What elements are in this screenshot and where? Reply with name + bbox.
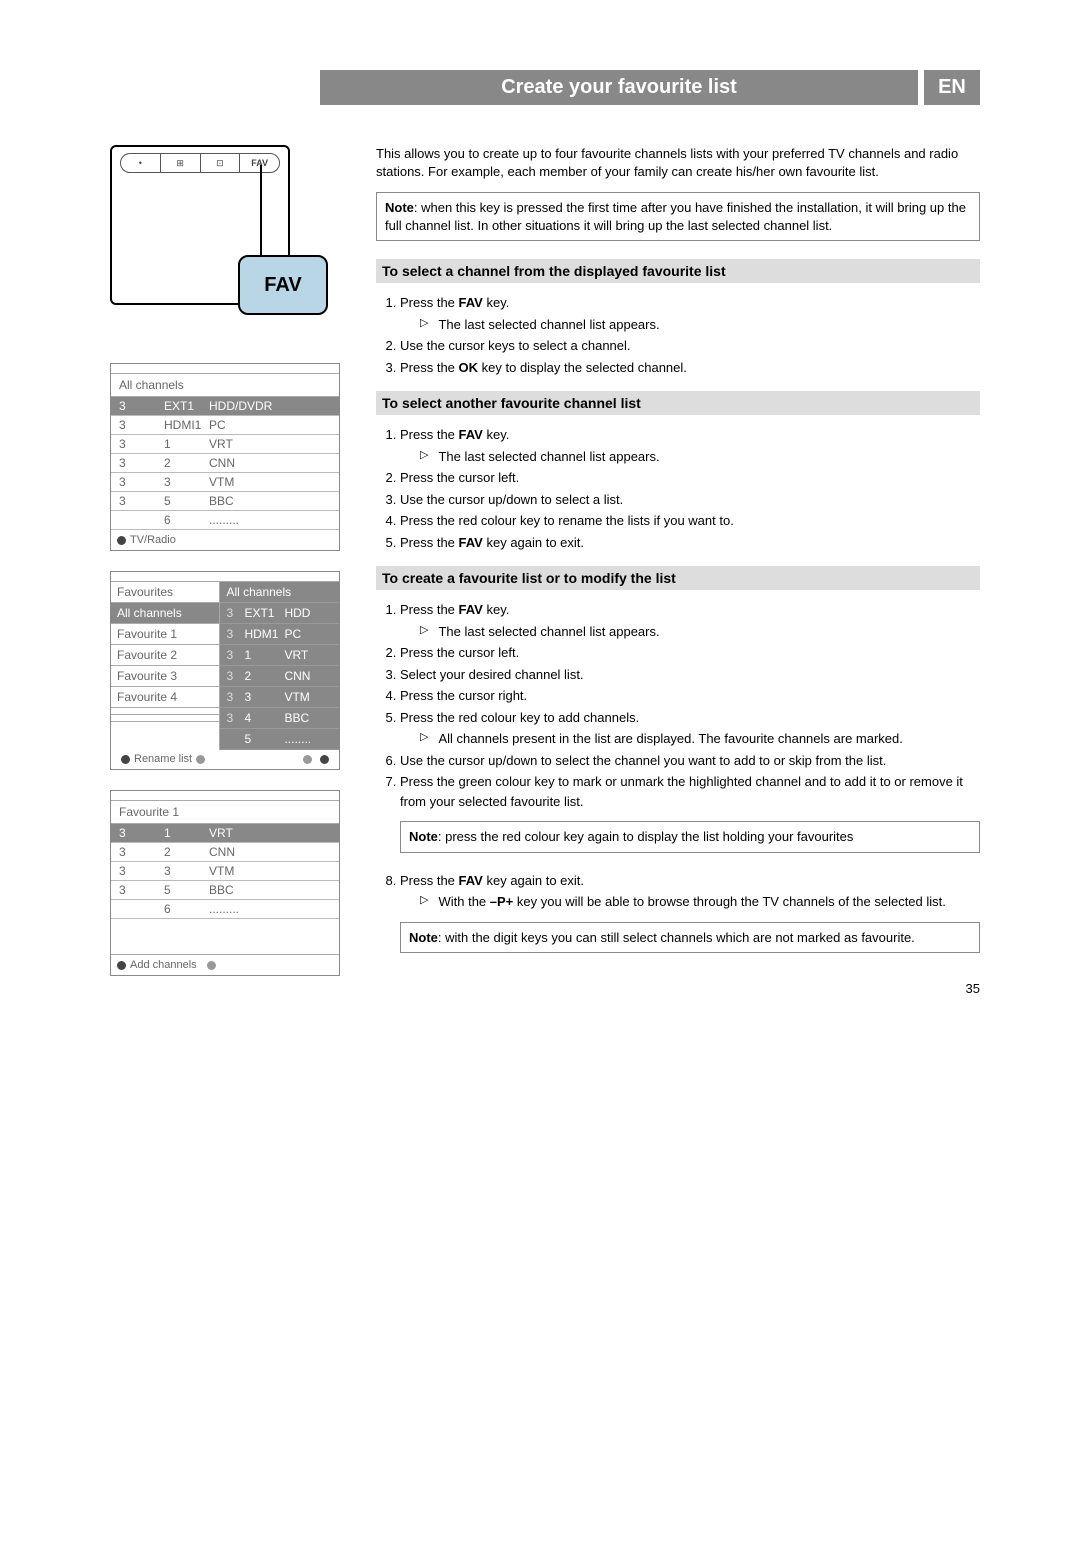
favourites-header: Favourites <box>111 582 219 603</box>
dot-icon <box>303 755 312 764</box>
language-badge: EN <box>924 70 980 105</box>
list-item: Favourite 4 <box>111 687 219 708</box>
note-box: Note: with the digit keys you can still … <box>400 922 980 954</box>
fav-callout: FAV <box>238 255 328 315</box>
triangle-icon: ▷ <box>420 315 428 335</box>
all-channels-header: All channels <box>220 582 339 603</box>
list-item <box>111 708 219 715</box>
section-heading: To select a channel from the displayed f… <box>376 259 980 283</box>
list-item <box>111 715 219 722</box>
main-content: This allows you to create up to four fav… <box>376 145 980 996</box>
steps-list: Press the FAV key. ▷The last selected ch… <box>376 600 980 811</box>
triangle-icon: ▷ <box>420 892 428 912</box>
tv-slot: ⊡ <box>201 154 241 172</box>
osd-favourites: Favourites All channels Favourite 1 Favo… <box>110 571 340 770</box>
rename-list-label: Rename list <box>134 754 192 765</box>
dot-icon <box>196 755 205 764</box>
note-box: Note: press the red colour key again to … <box>400 821 980 853</box>
dot-icon <box>207 961 216 970</box>
list-item: Favourite 2 <box>111 645 219 666</box>
dot-icon <box>320 755 329 764</box>
intro-paragraph: This allows you to create up to four fav… <box>376 145 980 180</box>
list-item: Favourite 1 <box>111 624 219 645</box>
dot-icon <box>121 755 130 764</box>
triangle-icon: ▷ <box>420 622 428 642</box>
triangle-icon: ▷ <box>420 447 428 467</box>
osd-title: Favourite 1 <box>111 801 339 824</box>
steps-list: Press the FAV key. ▷The last selected ch… <box>376 425 980 552</box>
section-heading: To create a favourite list or to modify … <box>376 566 980 590</box>
page-header: Create your favourite list EN <box>110 70 980 105</box>
add-channels-label: Add channels <box>130 959 197 971</box>
steps-list: Press the FAV key again to exit. ▷With t… <box>376 871 980 912</box>
tv-diagram: • ⊞ ⊡ FAV FAV <box>110 145 340 355</box>
note-box: Note: when this key is pressed the first… <box>376 192 980 241</box>
list-item: Favourite 3 <box>111 666 219 687</box>
page-title: Create your favourite list <box>320 70 918 105</box>
osd-all-channels: All channels 3EXT1HDD/DVDR 3HDMI1PC 31VR… <box>110 363 340 551</box>
tv-slot: • <box>121 154 161 172</box>
osd-title: All channels <box>111 374 339 397</box>
tv-slot: ⊞ <box>161 154 201 172</box>
list-item: All channels <box>111 603 219 624</box>
osd-favourite-1: Favourite 1 31VRT 32CNN 33VTM 35BBC 6...… <box>110 790 340 976</box>
steps-list: Press the FAV key. ▷The last selected ch… <box>376 293 980 377</box>
osd-footer-label: TV/Radio <box>130 534 176 546</box>
dot-icon <box>117 961 126 970</box>
section-heading: To select another favourite channel list <box>376 391 980 415</box>
dot-icon <box>117 536 126 545</box>
page-number: 35 <box>376 981 980 996</box>
triangle-icon: ▷ <box>420 729 428 749</box>
